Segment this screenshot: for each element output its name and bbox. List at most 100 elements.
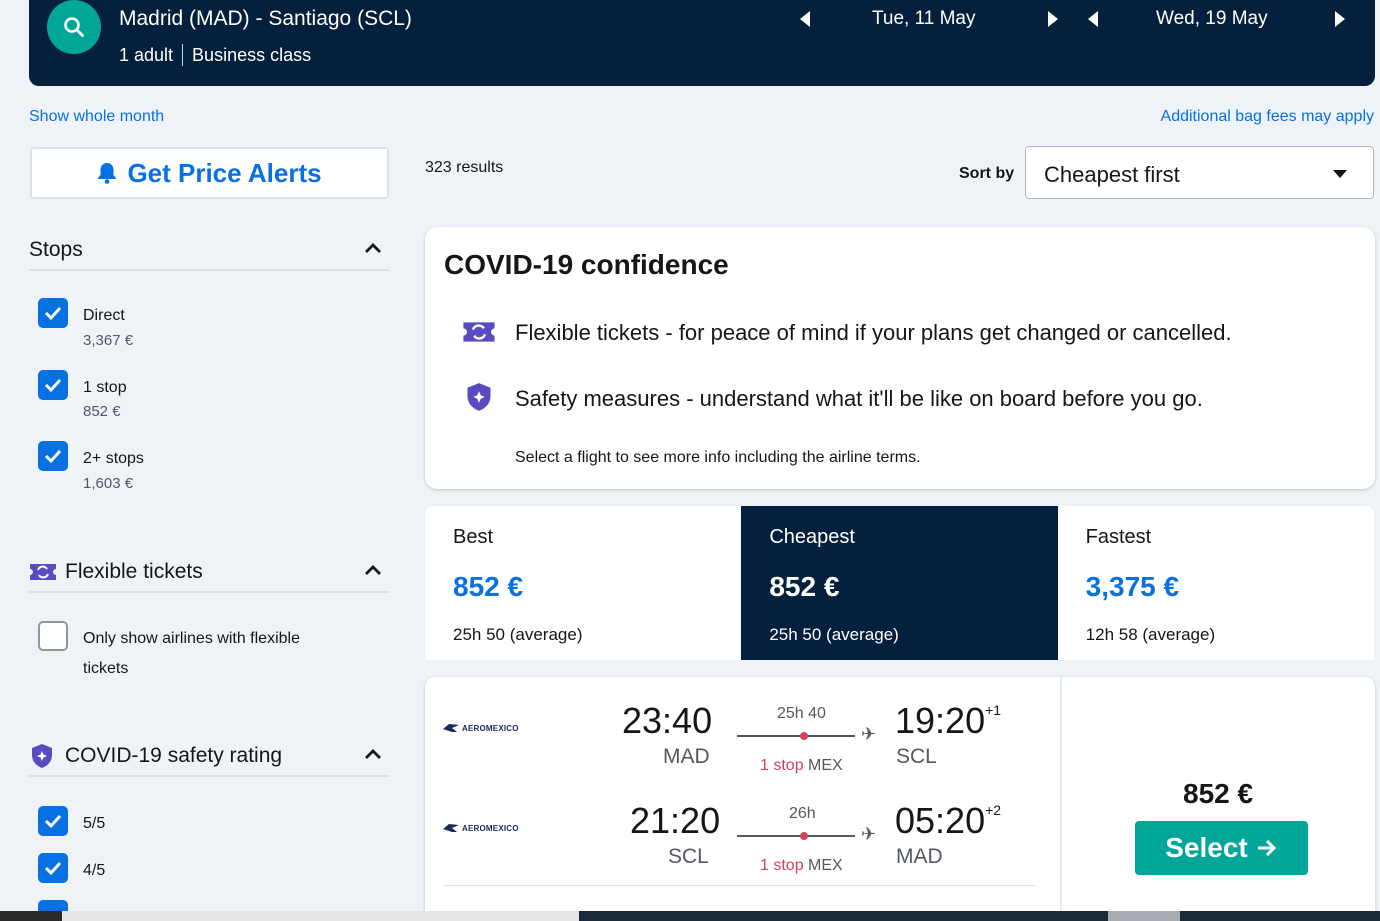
leg1-arr-offset: +1	[985, 702, 1002, 718]
check-icon	[44, 814, 62, 829]
tab-cheapest-duration: 25h 50 (average)	[769, 625, 899, 644]
stops-direct-price: 3,367 €	[83, 332, 134, 349]
covid-rating-3-checkbox[interactable]	[38, 900, 68, 911]
prev-return-date-icon[interactable]	[1088, 11, 1098, 27]
flexible-title: Flexible tickets	[65, 560, 203, 583]
leg1-stop-via: MEX	[808, 757, 843, 774]
tab-best[interactable]: Best 852 € 25h 50 (average)	[425, 506, 742, 660]
chevron-up-icon[interactable]	[363, 561, 383, 581]
caret-down-icon	[1333, 170, 1347, 178]
scrollbar-thumb[interactable]	[1108, 911, 1180, 921]
check-icon	[44, 449, 62, 464]
leg1-dep-code: MAD	[663, 745, 710, 768]
depart-date[interactable]: Tue, 11 May	[872, 8, 976, 30]
price-alerts-button[interactable]: Get Price Alerts	[30, 147, 389, 199]
flight-result-card[interactable]: AEROMEXICO 23:40 MAD 25h 40 ✈ 1 stop MEX…	[425, 677, 1375, 921]
check-icon	[44, 306, 62, 321]
covid-card-title: COVID-19 confidence	[444, 249, 729, 280]
leg2-stop-count: 1 stop	[760, 857, 804, 874]
leg1-dep-time: 23:40	[622, 700, 713, 741]
divider	[182, 44, 184, 66]
plane-icon: ✈	[861, 824, 877, 844]
covid-rating-title: COVID-19 safety rating	[65, 744, 283, 767]
leg1-route-line	[737, 735, 855, 737]
flexible-ticket-icon	[30, 564, 56, 580]
sort-tabs: Best 852 € 25h 50 (average) Cheapest 852…	[425, 506, 1374, 660]
airline-logo: AEROMEXICO	[443, 820, 538, 836]
covid-rating-5-checkbox[interactable]	[38, 806, 68, 836]
stops-title: Stops	[29, 238, 83, 261]
leg1-stop-count: 1 stop	[760, 757, 804, 774]
search-icon	[64, 17, 84, 37]
airline-name: AEROMEXICO	[462, 723, 519, 733]
stops-direct-label: Direct	[83, 307, 125, 324]
tab-best-name: Best	[453, 526, 494, 548]
leg2-stops: 1 stop MEX	[760, 857, 843, 875]
divider	[443, 885, 1035, 886]
tab-fastest[interactable]: Fastest 3,375 € 12h 58 (average)	[1057, 506, 1374, 660]
depart-date-picker: Tue, 11 May	[800, 8, 1058, 30]
leg2-route-line	[737, 835, 855, 837]
tab-best-price: 852 €	[453, 571, 524, 602]
tab-cheapest-name: Cheapest	[769, 526, 855, 548]
horizontal-scrollbar[interactable]	[0, 911, 1380, 921]
covid-confidence-card: COVID-19 confidence Flexible tickets - f…	[425, 227, 1375, 489]
covid-rating-5-label: 5/5	[83, 815, 106, 832]
leg2-arr-time: 05:20+2	[895, 800, 1001, 842]
leg2-dep-code: SCL	[668, 845, 709, 868]
plane-icon: ✈	[861, 724, 877, 744]
route-text[interactable]: Madrid (MAD) - Santiago (SCL)	[119, 7, 412, 31]
covid-safety-text: Safety measures - understand what it'll …	[515, 386, 1203, 411]
flexible-only-label-line1: Only show airlines with flexible	[83, 630, 300, 647]
tab-fastest-price: 3,375 €	[1085, 571, 1180, 602]
search-summary-bar: Madrid (MAD) - Santiago (SCL) 1 adult Bu…	[29, 0, 1375, 86]
next-depart-date-icon[interactable]	[1047, 11, 1058, 27]
stops-two-plus-label: 2+ stops	[83, 450, 144, 467]
leg1-stops: 1 stop MEX	[760, 757, 843, 775]
covid-rating-4-checkbox[interactable]	[38, 853, 68, 883]
covid-note: Select a flight to see more info includi…	[515, 449, 921, 466]
check-icon	[44, 378, 62, 393]
search-button[interactable]	[47, 0, 101, 54]
shield-icon	[32, 744, 52, 768]
stops-two-plus-checkbox[interactable]	[38, 441, 68, 471]
return-date-picker: Wed, 19 May	[1088, 8, 1345, 30]
stops-one-checkbox[interactable]	[38, 370, 68, 400]
prev-depart-date-icon[interactable]	[800, 11, 810, 27]
covid-flexible-text: Flexible tickets - for peace of mind if …	[515, 320, 1232, 345]
chevron-up-icon[interactable]	[363, 745, 383, 765]
check-icon	[44, 861, 62, 876]
stops-filter-header[interactable]: Stops	[29, 231, 389, 271]
leg1-arr-time-value: 19:20	[895, 700, 986, 741]
return-date[interactable]: Wed, 19 May	[1156, 8, 1268, 30]
sort-value: Cheapest first	[1044, 162, 1180, 187]
stops-direct-checkbox[interactable]	[38, 298, 68, 328]
leg2-stop-dot	[800, 832, 808, 840]
leg2-duration: 26h	[789, 805, 816, 822]
leg2-stop-via: MEX	[808, 857, 843, 874]
sort-select[interactable]: Cheapest first	[1025, 146, 1374, 199]
select-label: Select	[1165, 832, 1248, 863]
passenger-cabin[interactable]: 1 adult Business class	[119, 44, 311, 66]
scrollbar-segment	[0, 911, 62, 921]
bell-icon	[98, 163, 117, 184]
flexible-filter-header[interactable]: Flexible tickets	[29, 553, 389, 593]
bag-fees-link[interactable]: Additional bag fees may apply	[1161, 108, 1374, 126]
leg2-arr-time-value: 05:20	[895, 800, 986, 841]
sort-by-label: Sort by	[959, 165, 1015, 182]
flight-price: 852 €	[1183, 778, 1254, 809]
chevron-up-icon[interactable]	[363, 239, 383, 259]
select-flight-button[interactable]: Select	[1135, 821, 1308, 875]
covid-rating-4-label: 4/5	[83, 862, 106, 879]
covid-rating-filter-header[interactable]: COVID-19 safety rating	[29, 737, 389, 777]
next-return-date-icon[interactable]	[1334, 11, 1345, 27]
price-alerts-label: Get Price Alerts	[127, 157, 322, 188]
cabin-class: Business class	[192, 44, 312, 65]
show-whole-month-link[interactable]: Show whole month	[29, 108, 164, 126]
flexible-only-checkbox[interactable]	[38, 621, 68, 651]
tab-cheapest[interactable]: Cheapest 852 € 25h 50 (average)	[741, 506, 1058, 660]
tab-fastest-name: Fastest	[1085, 526, 1152, 548]
leg2-dep-time: 21:20	[630, 800, 721, 841]
leg1-arr-time: 19:20+1	[895, 700, 1001, 742]
flexible-ticket-icon	[463, 322, 495, 342]
